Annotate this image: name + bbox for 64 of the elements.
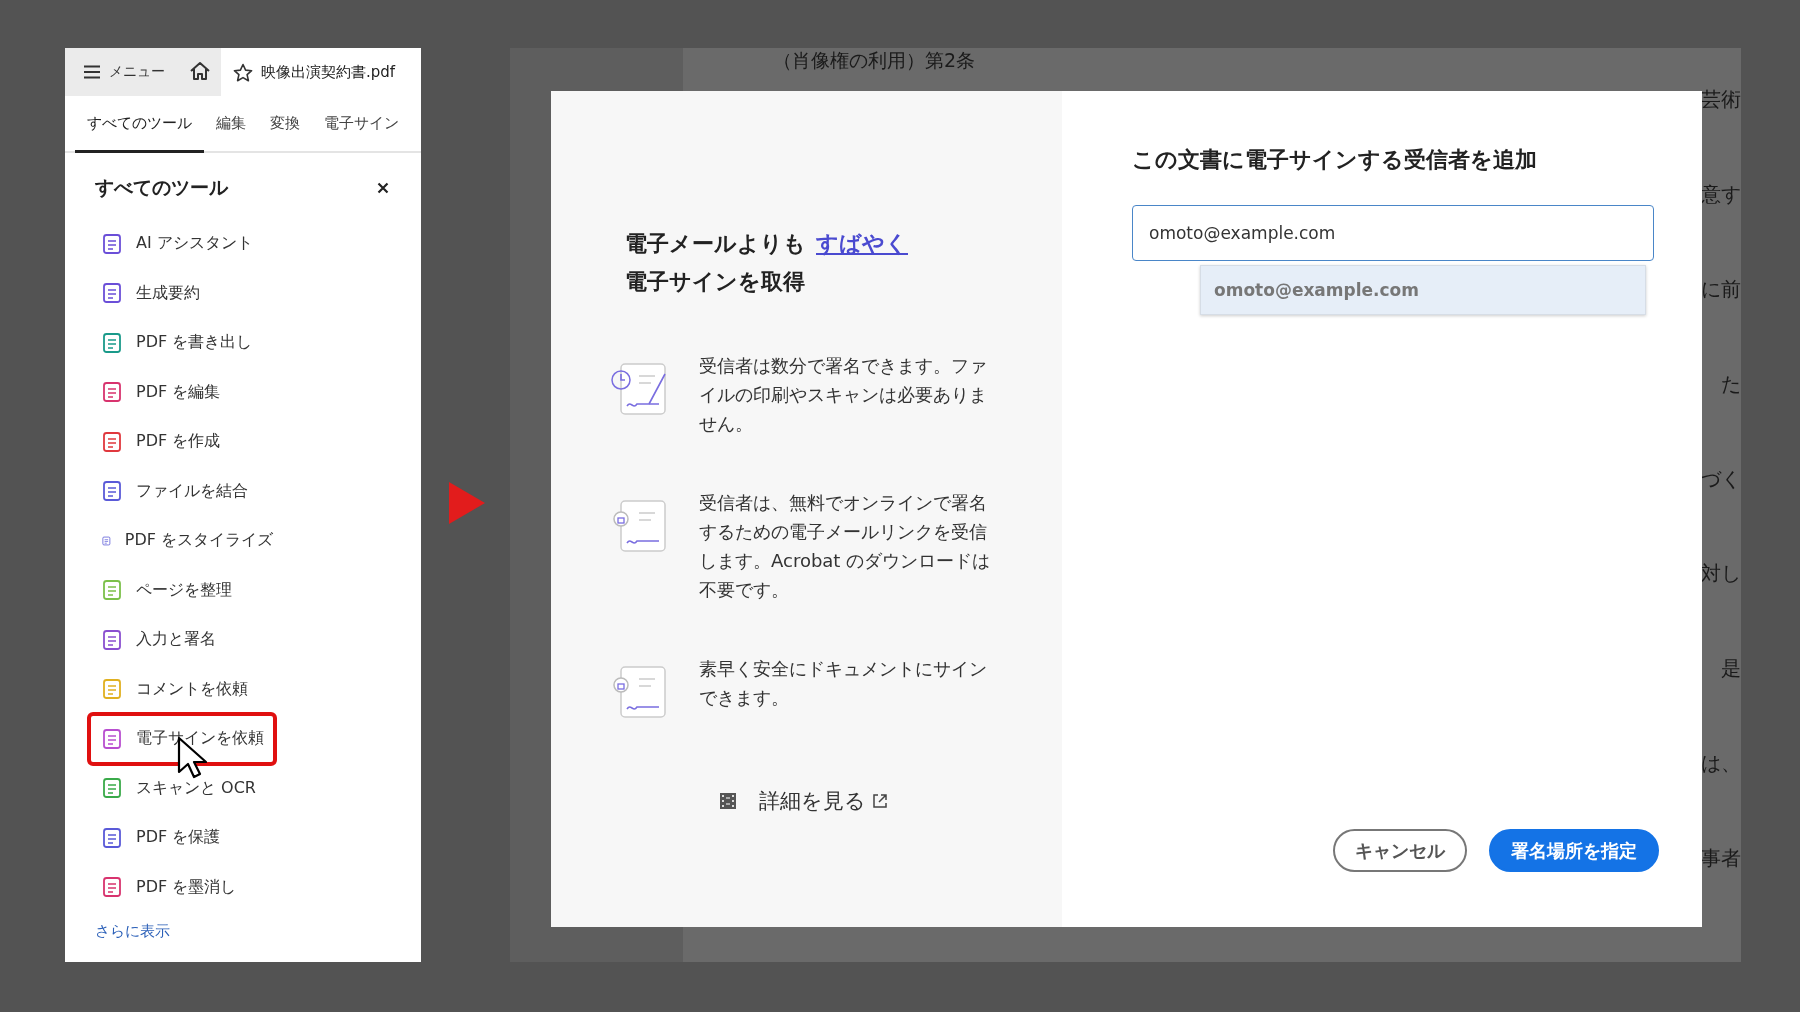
tool-icon: [102, 430, 122, 453]
tool-icon: [102, 777, 122, 800]
tool-item[interactable]: PDF を作成: [87, 417, 277, 467]
details-link[interactable]: 詳細を見る: [759, 787, 888, 815]
file-tab[interactable]: 映像出演契約書.pdf: [221, 48, 421, 96]
tool-item[interactable]: ファイルを結合: [87, 466, 277, 516]
tool-icon: [102, 727, 122, 750]
cancel-button[interactable]: キャンセル: [1333, 829, 1467, 872]
specify-signature-button[interactable]: 署名場所を指定: [1489, 829, 1659, 872]
tool-item[interactable]: 生成要約: [87, 268, 277, 318]
menu-icon: [83, 65, 101, 79]
promo-heading: 電子サインを取得: [625, 268, 806, 296]
close-icon: [377, 182, 389, 194]
show-more-link[interactable]: さらに表示: [65, 912, 421, 941]
external-link-icon: [872, 793, 888, 809]
link[interactable]: すばやく: [816, 231, 908, 256]
tool-icon: [102, 628, 122, 651]
feature-text: 受信者は、無料でオンラインで署名するための電子メールリンクを受信します。Acrobat のダウンロードは不要です。: [699, 491, 991, 602]
dialog-title: この文書に電子サインする受信者を追加: [1132, 146, 1538, 174]
document-text: 芸術: [1701, 86, 1741, 113]
document-text: 対し: [1701, 560, 1741, 588]
film-icon: [719, 792, 737, 810]
document-text: づく: [1701, 465, 1741, 493]
tool-icon: [102, 876, 122, 899]
tab[interactable]: すべてのツール: [75, 96, 204, 153]
document-text: は、: [1701, 750, 1741, 778]
file-name: 映像出演契約書.pdf: [261, 62, 396, 82]
tool-icon: [102, 579, 122, 602]
promo-heading: 電子メールよりも: [625, 231, 806, 256]
tool-item[interactable]: PDF を編集: [87, 367, 277, 417]
panel-title: すべてのツール: [95, 175, 228, 200]
tab[interactable]: 電子サイン: [312, 96, 411, 153]
tool-icon: [102, 826, 122, 849]
tool-item[interactable]: PDF をスタイライズ: [87, 516, 277, 566]
document-text: 意す: [1701, 180, 1741, 208]
tool-item[interactable]: 入力と署名: [87, 615, 277, 665]
menu-button[interactable]: メニュー: [65, 54, 179, 90]
document-text: た: [1721, 370, 1741, 398]
document-text: 事者: [1701, 845, 1741, 872]
pointer-arrow-icon: [449, 482, 485, 524]
tool-icon: [102, 678, 122, 701]
tool-item[interactable]: PDF を墨消し: [87, 862, 277, 912]
email-input-field[interactable]: omoto@example.com: [1132, 205, 1654, 261]
tool-item[interactable]: コメントを依頼: [87, 664, 277, 714]
tool-item[interactable]: スキャンと OCR: [87, 763, 277, 813]
tool-item[interactable]: AI アシスタント: [87, 219, 277, 269]
tab[interactable]: 変換: [258, 96, 312, 153]
feature-text: 素早く安全にドキュメントにサインできます。: [699, 657, 988, 710]
home-icon: [189, 60, 211, 81]
tool-icon: [102, 232, 122, 255]
tool-icon: [102, 282, 122, 305]
tool-item[interactable]: PDF を書き出し: [87, 318, 277, 368]
feature-text: 受信者は数分で署名できます。ファイルの印刷やスキャンは必要ありません。: [699, 354, 988, 436]
tab[interactable]: 編集: [204, 96, 258, 153]
tool-item[interactable]: ページを整理: [87, 565, 277, 615]
document-text: 是: [1721, 655, 1741, 683]
document-heading: （肖像権の利用）第2条: [772, 48, 977, 73]
tool-icon: [102, 480, 122, 503]
tool-item[interactable]: PDF を保護: [87, 813, 277, 863]
document-text: に前: [1701, 275, 1741, 303]
suggestion-item[interactable]: omoto@example.com: [1201, 266, 1645, 314]
tool-icon: [102, 381, 122, 404]
tool-icon: [102, 331, 122, 354]
star-icon: [233, 62, 253, 82]
